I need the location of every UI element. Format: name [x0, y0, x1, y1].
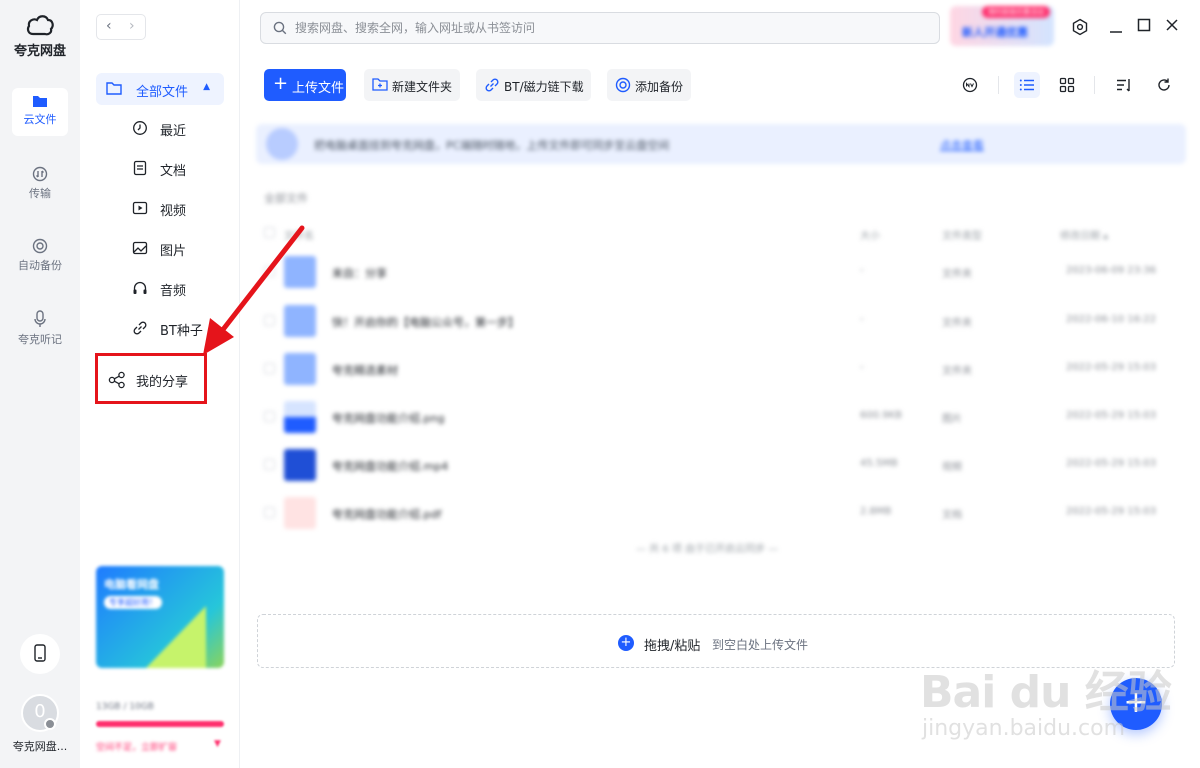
annotation-arrow — [203, 225, 305, 355]
